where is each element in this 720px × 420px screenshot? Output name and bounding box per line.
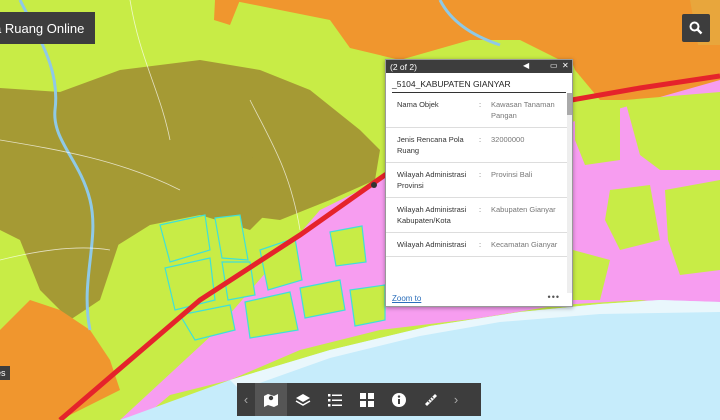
attribute-separator: : (479, 240, 482, 249)
info-button[interactable] (383, 383, 415, 416)
attribute-key: Nama Objek (397, 100, 439, 109)
popup-counter: (2 of 2) (390, 61, 417, 72)
basemap-gallery-button[interactable] (351, 383, 383, 416)
attribute-separator: : (479, 205, 482, 214)
map-canvas[interactable] (0, 0, 720, 420)
layers-button[interactable] (287, 383, 319, 416)
attribute-value: Kawasan Tanaman Pangan (491, 100, 555, 120)
legend-icon (328, 393, 342, 406)
app-title-bar: a Ruang Online (0, 12, 95, 44)
zoom-to-link[interactable]: Zoom to (392, 294, 421, 303)
search-button[interactable] (682, 14, 710, 42)
attribute-separator: : (479, 100, 482, 109)
more-options-icon[interactable]: ••• (548, 292, 560, 302)
left-panel-tab-label: es (0, 368, 6, 378)
popup-scrollbar-thumb[interactable] (567, 93, 572, 115)
basemap-icon (264, 393, 278, 407)
popup-attribute-row: Wilayah Administrasi: Kecamatan Gianyar (386, 233, 570, 257)
attribute-separator: : (479, 170, 482, 179)
info-icon (392, 392, 406, 407)
popup-attribute-row: Jenis Rencana Pola Ruang:32000000 (386, 128, 570, 163)
basemap-button[interactable] (255, 383, 287, 416)
toolbar-prev-button[interactable]: ‹ (237, 383, 255, 416)
attribute-key: Wilayah Administrasi (397, 240, 467, 249)
popup-footer: Zoom to ••• (386, 292, 572, 306)
toolbar-next-button[interactable]: › (447, 383, 465, 416)
attribute-value: Kecamatan Gianyar (491, 240, 558, 249)
popup-prev-icon[interactable]: ◀ (523, 61, 529, 70)
layers-icon (295, 393, 311, 406)
attribute-key: Jenis Rencana Pola Ruang (397, 135, 464, 155)
attribute-value: Kabupaten Gianyar (491, 205, 556, 214)
popup-scrollbar[interactable] (567, 93, 572, 293)
popup-attribute-row: Wilayah Administrasi Provinsi: Provinsi B… (386, 163, 570, 198)
attribute-value: Provinsi Bali (491, 170, 533, 179)
app-title: a Ruang Online (0, 20, 85, 36)
attribute-separator: : (479, 135, 482, 144)
bottom-toolbar: ‹ › (237, 383, 481, 416)
popup-attribute-row: Wilayah Administrasi Kabupaten/Kota: Kabu… (386, 198, 570, 233)
attribute-key: Wilayah Administrasi Provinsi (397, 170, 467, 190)
measure-button[interactable] (415, 383, 447, 416)
popup-header: (2 of 2) ◀ ▭ ✕ (386, 60, 572, 73)
search-icon (689, 21, 703, 35)
popup-layer-title: _5104_KABUPATEN GIANYAR (392, 79, 566, 93)
feature-popup: (2 of 2) ◀ ▭ ✕ _5104_KABUPATEN GIANYAR N… (385, 59, 573, 307)
attribute-key: Wilayah Administrasi Kabupaten/Kota (397, 205, 467, 225)
popup-attribute-table: Nama Objek: Kawasan Tanaman Pangan Jenis R… (386, 93, 570, 293)
popup-maximize-icon[interactable]: ▭ (550, 61, 558, 70)
popup-attribute-row: Nama Objek: Kawasan Tanaman Pangan (386, 93, 570, 128)
legend-button[interactable] (319, 383, 351, 416)
left-panel-tab[interactable]: es (0, 366, 10, 380)
popup-close-icon[interactable]: ✕ (562, 61, 569, 70)
basemap-gallery-icon (360, 392, 374, 407)
attribute-value: 32000000 (491, 135, 525, 144)
measure-icon (425, 393, 437, 406)
